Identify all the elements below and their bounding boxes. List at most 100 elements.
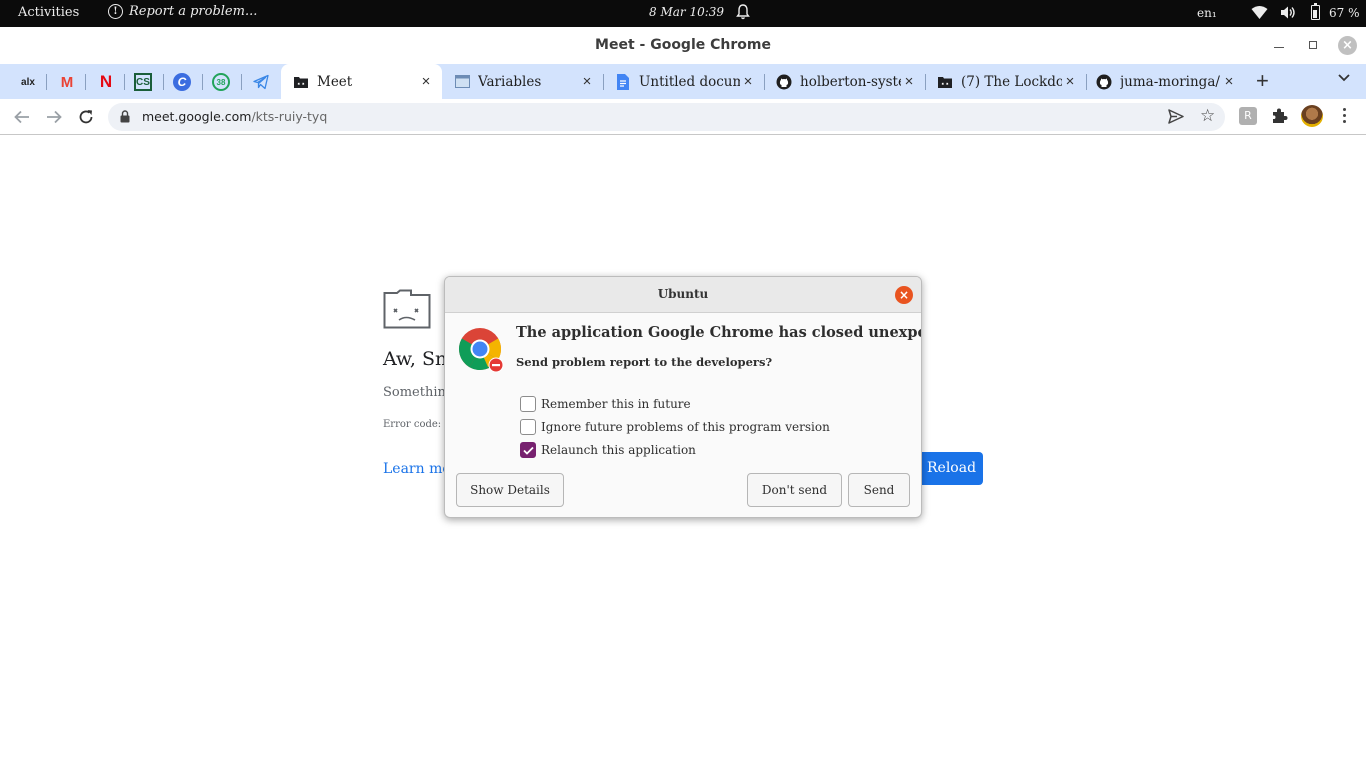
tab-label: juma-moringa/ [1120,73,1220,90]
url-path: /kts-ruiy-tyq [251,109,328,124]
dialog-title: Ubuntu [657,287,709,301]
tab-separator [241,74,242,90]
reload-button[interactable] [75,106,97,128]
tab-close-icon[interactable]: × [1221,73,1237,90]
forward-arrow-icon [47,110,62,124]
report-problem-indicator[interactable]: ! Report a problem... [108,4,257,19]
tab-label: Meet [317,73,353,90]
url-text[interactable]: meet.google.com/kts-ruiy-tyq [142,109,327,124]
reload-icon [79,110,93,124]
google-docs-icon [615,73,631,90]
forward-button[interactable] [43,106,65,128]
notification-bell-icon[interactable] [736,4,750,20]
dialog-header: Ubuntu × [445,277,921,313]
crash-heading: Aw, Sn [383,348,448,370]
tab-holberton[interactable]: holberton-syste × [764,64,925,99]
error-code: Error code: S [383,419,452,430]
battery-percentage[interactable]: 67 % [1329,6,1360,20]
dont-send-button[interactable]: Don't send [747,473,842,507]
minimize-icon[interactable] [1274,47,1284,48]
window-title-bar: Meet - Google Chrome × [0,27,1366,64]
send-button[interactable]: Send [848,473,910,507]
tab-separator [124,74,125,90]
maximize-icon[interactable] [1309,41,1317,49]
tab-variables[interactable]: Variables × [442,64,603,99]
send-page-icon[interactable] [1168,109,1184,124]
tab-close-icon[interactable]: × [740,73,756,90]
google-chrome-icon [458,328,504,373]
report-label: Report a problem... [129,4,258,19]
lock-icon[interactable] [120,110,130,123]
battery-icon[interactable] [1311,3,1320,20]
pinned-tab-alx[interactable]: alx [17,71,39,93]
checkbox-label: Ignore future problems of this program v… [541,420,830,434]
sad-folder-icon [383,289,431,329]
tab-close-icon[interactable]: × [418,73,434,90]
gnome-top-bar: Activities ! Report a problem... 8 Mar 1… [0,0,1366,27]
window-close-button[interactable]: × [1338,36,1357,55]
relaunch-checkbox-row[interactable]: Relaunch this application [520,442,696,458]
url-host: meet.google.com [142,109,252,124]
window-title: Meet - Google Chrome [595,37,771,53]
pinned-tab-cs[interactable]: CS [134,73,152,91]
extension-r-icon[interactable]: R [1239,107,1257,125]
address-bar[interactable]: meet.google.com/kts-ruiy-tyq ☆ [108,103,1225,131]
ignore-checkbox[interactable] [520,419,536,435]
pinned-tab-telegram[interactable] [250,71,272,93]
tab-lockdown[interactable]: (7) The Lockdow × [925,64,1086,99]
checkmark-icon [522,446,534,455]
extensions-puzzle-icon[interactable] [1270,107,1288,125]
checkbox-label: Relaunch this application [541,443,696,457]
tab-untitled-document[interactable]: Untitled docume × [603,64,764,99]
github-icon [776,74,792,90]
tab-close-icon[interactable]: × [901,73,917,90]
bookmark-star-icon[interactable]: ☆ [1200,107,1215,125]
pinned-tab-gmail[interactable]: M [56,71,78,93]
pinned-tab-netflix[interactable]: N [95,71,117,93]
wifi-icon[interactable] [1251,5,1268,20]
ignore-checkbox-row[interactable]: Ignore future problems of this program v… [520,419,830,435]
badge-38-icon: 38 [216,77,226,87]
tab-separator [163,74,164,90]
tab-label: Variables [478,73,542,90]
tab-label: Untitled docume [639,73,740,90]
gmail-icon: M [60,73,74,91]
tab-juma-moringa[interactable]: juma-moringa/ × [1084,64,1245,99]
tab-close-icon[interactable]: × [579,73,595,90]
alert-icon: ! [108,4,123,19]
dialog-subline: Send problem report to the developers? [516,355,773,369]
alx-icon: alx [21,76,35,88]
dialog-close-button[interactable]: × [895,286,913,304]
checkbox-label: Remember this in future [541,397,691,411]
tab-label: (7) The Lockdow [961,73,1062,90]
tab-separator [85,74,86,90]
telegram-icon [253,74,269,90]
remember-checkbox[interactable] [520,396,536,412]
volume-icon[interactable] [1280,5,1296,20]
remember-checkbox-row[interactable]: Remember this in future [520,396,691,412]
clock[interactable]: 8 Mar 10:39 [649,5,724,19]
show-details-button[interactable]: Show Details [456,473,564,507]
crash-folder-favicon [937,74,953,90]
tab-meet[interactable]: Meet × [281,64,442,99]
c-icon: C [177,75,187,89]
tab-strip: alx M N CS C 38 Meet × Variables × Untit… [0,64,1366,99]
meet-crash-favicon [293,74,309,90]
activities-button[interactable]: Activities [18,5,79,20]
cs-icon: CS [136,76,150,88]
relaunch-checkbox[interactable] [520,442,536,458]
new-tab-plus-icon[interactable]: + [1256,70,1269,92]
back-arrow-icon [14,110,29,124]
browser-toolbar: meet.google.com/kts-ruiy-tyq ☆ [0,99,1366,135]
tab-close-icon[interactable]: × [1062,73,1078,90]
pinned-tab-38[interactable]: 38 [212,73,230,91]
chrome-menu-icon[interactable] [1343,108,1347,126]
back-button[interactable] [11,106,33,128]
dialog-headline: The application Google Chrome has closed… [516,324,922,341]
tab-search-chevron-icon[interactable] [1337,73,1351,83]
profile-avatar[interactable] [1301,105,1323,127]
pinned-tab-c[interactable]: C [173,73,191,91]
tab-label: holberton-syste [800,73,901,90]
github-icon [1096,74,1112,90]
keyboard-layout-indicator[interactable]: en₁ [1197,6,1217,20]
